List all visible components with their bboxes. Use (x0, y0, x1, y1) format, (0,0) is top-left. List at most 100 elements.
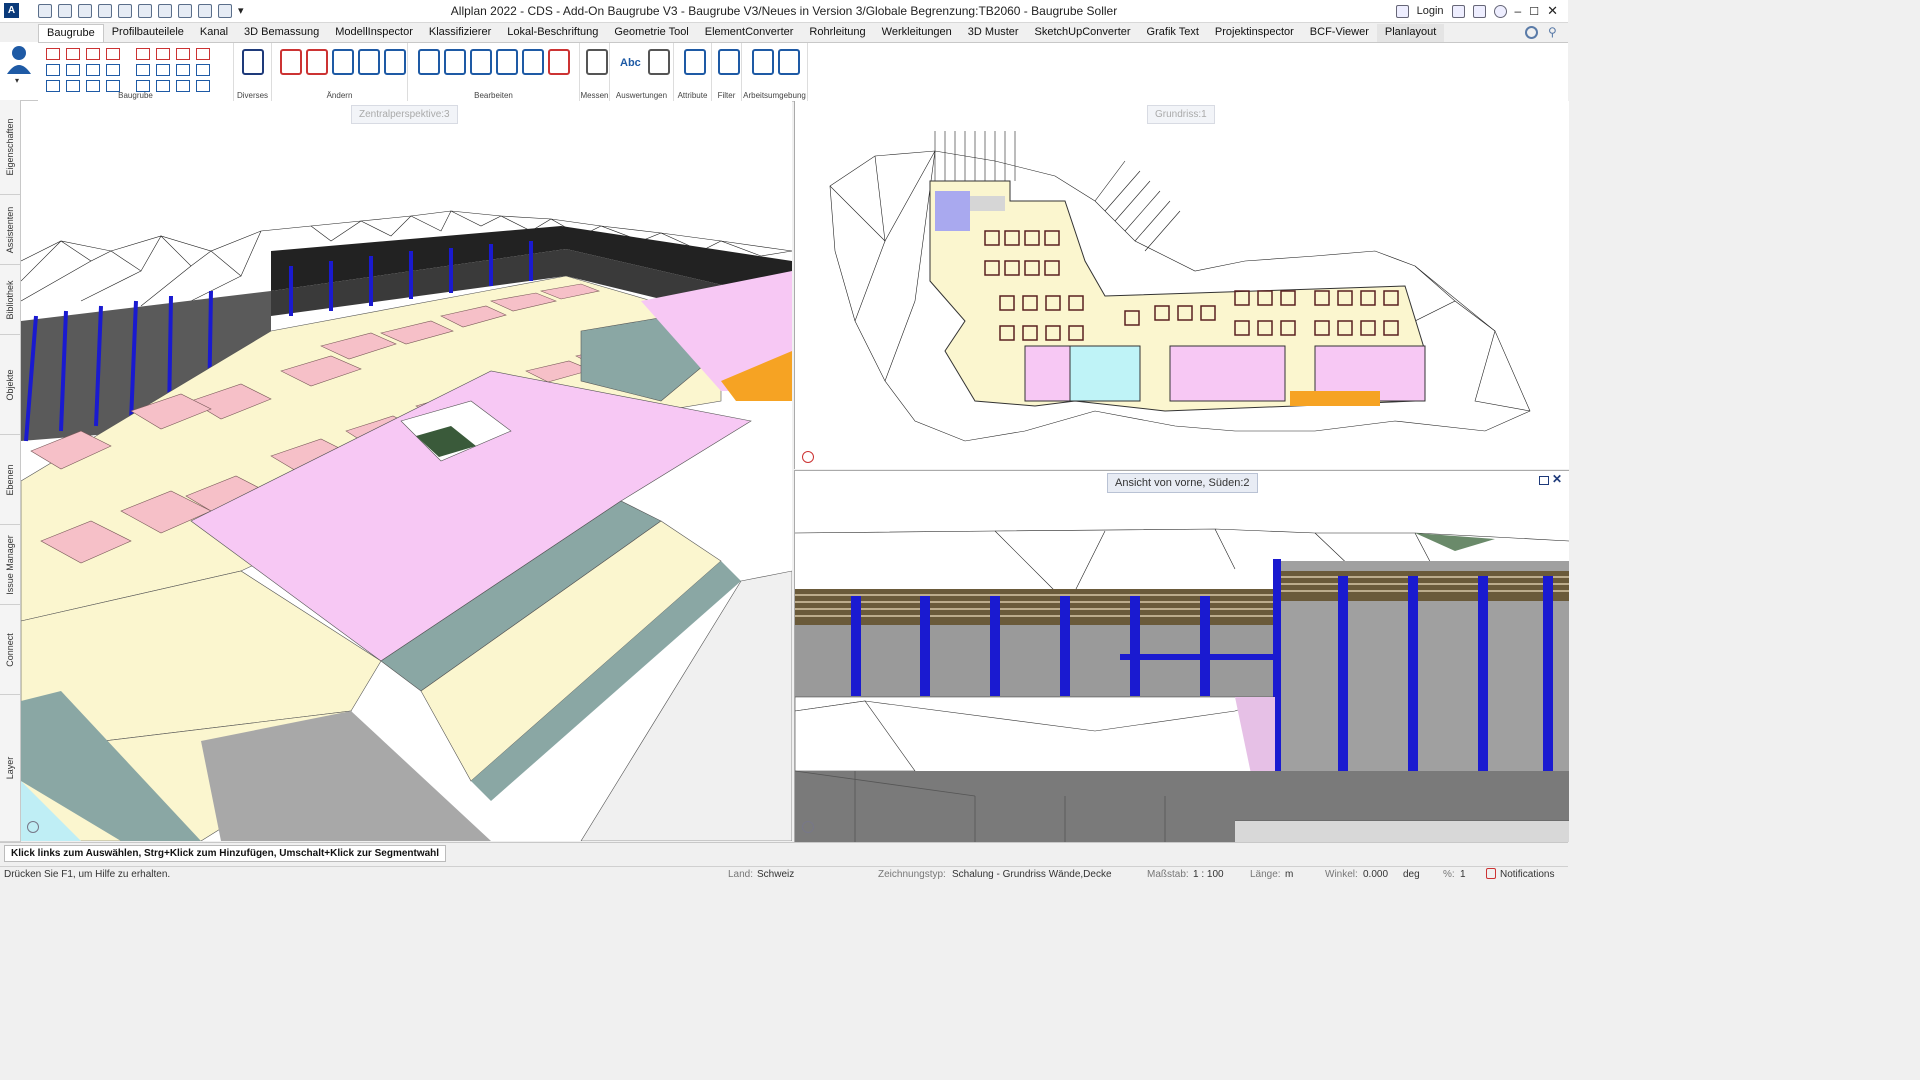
front-scene[interactable] (795, 471, 1569, 842)
user-avatar-icon[interactable]: ▾ (4, 44, 34, 84)
baugrube-tool-icon[interactable] (136, 64, 150, 76)
login-link[interactable]: Login (1417, 5, 1444, 17)
status-land-value[interactable]: Schweiz (757, 869, 794, 880)
viewport-plan[interactable]: Grundriss:1 (794, 101, 1569, 469)
filter-icon[interactable] (718, 49, 740, 75)
abc-label[interactable]: Abc (620, 57, 641, 69)
wave-icon[interactable] (358, 49, 380, 75)
side-tab-assistenten[interactable]: Assistenten (0, 195, 20, 265)
status-scale-value[interactable]: 1 : 100 (1193, 869, 1224, 880)
viewport-perspective[interactable]: Zentralperspektive:3 (21, 101, 792, 841)
ribbon-tab-planlayout[interactable]: Planlayout (1376, 24, 1445, 42)
pin-icon[interactable]: ⚲ (1548, 25, 1557, 39)
attribute-icon[interactable] (684, 49, 706, 75)
ribbon-tab-grafik-text[interactable]: Grafik Text (1139, 24, 1207, 42)
baugrube-tool-icon[interactable] (46, 64, 60, 76)
status-angle-value[interactable]: 0.000 (1363, 869, 1388, 880)
pencil-icon[interactable] (280, 49, 302, 75)
baugrube-tool-icon[interactable] (86, 48, 100, 60)
settings-gear-icon[interactable] (1525, 26, 1538, 39)
delete-icon[interactable] (548, 49, 570, 75)
baugrube-tool-icon[interactable] (156, 48, 170, 60)
report-icon[interactable] (648, 49, 670, 75)
close-viewport-icon[interactable]: ✕ (1552, 472, 1562, 486)
notifications-icon[interactable] (1486, 868, 1496, 879)
baugrube-tool-icon[interactable] (136, 80, 150, 92)
perspective-scene[interactable] (21, 101, 792, 841)
ribbon-tab-elementconverter[interactable]: ElementConverter (697, 24, 802, 42)
status-angle-unit[interactable]: deg (1403, 869, 1420, 880)
baugrube-tool-icon[interactable] (106, 64, 120, 76)
viewport-front[interactable]: Ansicht von vorne, Süden:2 ✕ (794, 470, 1569, 842)
ribbon-tab-modellinspector[interactable]: ModellInspector (327, 24, 421, 42)
stretch-icon[interactable] (496, 49, 518, 75)
side-tab-layer[interactable]: Layer (0, 695, 20, 842)
plan-origin-icon[interactable] (802, 451, 814, 463)
cart-icon[interactable] (1472, 4, 1486, 18)
minimize-button[interactable]: – (1515, 4, 1522, 18)
baugrube-tool-icon[interactable] (176, 80, 190, 92)
baugrube-tool-icon[interactable] (156, 64, 170, 76)
baugrube-tool-icon[interactable] (66, 48, 80, 60)
scale-icon[interactable] (522, 49, 544, 75)
baugrube-tool-icon[interactable] (176, 64, 190, 76)
ribbon-tab-werkleitungen[interactable]: Werkleitungen (874, 24, 960, 42)
workspace-active-icon[interactable] (778, 49, 800, 75)
baugrube-tool-icon[interactable] (196, 80, 210, 92)
license-icon[interactable] (1451, 4, 1465, 18)
side-tab-eigenschaften[interactable]: Eigenschaften (0, 100, 20, 195)
ribbon-tab-3d-bemassung[interactable]: 3D Bemassung (236, 24, 327, 42)
ribbon-tab-baugrube[interactable]: Baugrube (38, 24, 104, 43)
side-tab-bibliothek[interactable]: Bibliothek (0, 265, 20, 335)
baugrube-tool-icon[interactable] (136, 48, 150, 60)
navigation-cube-icon[interactable] (27, 821, 39, 833)
baugrube-tool-icon[interactable] (196, 48, 210, 60)
ribbon-tab-3d-muster[interactable]: 3D Muster (960, 24, 1027, 42)
viewport-label-front[interactable]: Ansicht von vorne, Süden:2 (1107, 473, 1258, 493)
ribbon-tab-profilbauteilele[interactable]: Profilbauteilele (104, 24, 192, 42)
side-tab-issue-manager[interactable]: Issue Manager (0, 525, 20, 605)
status-percent-value[interactable]: 1 (1460, 869, 1466, 880)
help-icon[interactable] (1493, 4, 1507, 18)
ribbon-tab-sketchupconverter[interactable]: SketchUpConverter (1027, 24, 1139, 42)
ribbon-tab-geometrie-tool[interactable]: Geometrie Tool (606, 24, 696, 42)
notifications-link[interactable]: Notifications (1500, 869, 1554, 880)
baugrube-tool-icon[interactable] (156, 80, 170, 92)
measure-icon[interactable] (586, 49, 608, 75)
maximize-viewport-icon[interactable] (1539, 476, 1549, 485)
navigation-cube-icon[interactable] (802, 821, 814, 833)
ribbon-tab-projektinspector[interactable]: Projektinspector (1207, 24, 1302, 42)
baugrube-tool-icon[interactable] (106, 80, 120, 92)
status-drawing-type-value[interactable]: Schalung - Grundriss Wände,Decke (952, 869, 1112, 880)
globe-icon[interactable] (242, 49, 264, 75)
viewport-label-plan[interactable]: Grundriss:1 (1147, 105, 1215, 124)
ribbon-tab-lokal-beschriftung[interactable]: Lokal-Beschriftung (499, 24, 606, 42)
side-tab-objekte[interactable]: Objekte (0, 335, 20, 435)
ribbon-tab-kanal[interactable]: Kanal (192, 24, 236, 42)
ribbon-tab-rohrleitung[interactable]: Rohrleitung (801, 24, 873, 42)
side-tab-ebenen[interactable]: Ebenen (0, 435, 20, 525)
baugrube-tool-icon[interactable] (46, 48, 60, 60)
baugrube-tool-icon[interactable] (196, 64, 210, 76)
maximize-button[interactable]: ☐ (1529, 5, 1539, 18)
baugrube-tool-icon[interactable] (86, 64, 100, 76)
modify-icon[interactable] (306, 49, 328, 75)
viewport-label-perspective[interactable]: Zentralperspektive:3 (351, 105, 458, 124)
baugrube-tool-icon[interactable] (106, 48, 120, 60)
status-length-value[interactable]: m (1285, 869, 1293, 880)
split-icon[interactable] (444, 49, 466, 75)
plan-scene[interactable] (795, 101, 1569, 469)
baugrube-tool-icon[interactable] (66, 64, 80, 76)
copy-icon[interactable] (418, 49, 440, 75)
side-tab-connect[interactable]: Connect (0, 605, 20, 695)
baugrube-tool-icon[interactable] (86, 80, 100, 92)
user-icon[interactable] (1395, 4, 1409, 18)
workspace-icon[interactable] (752, 49, 774, 75)
close-button[interactable]: ✕ (1547, 3, 1558, 19)
mirror-icon[interactable] (384, 49, 406, 75)
ribbon-tab-klassifizierer[interactable]: Klassifizierer (421, 24, 499, 42)
baugrube-tool-icon[interactable] (46, 80, 60, 92)
move-icon[interactable] (332, 49, 354, 75)
baugrube-tool-icon[interactable] (66, 80, 80, 92)
align-icon[interactable] (470, 49, 492, 75)
